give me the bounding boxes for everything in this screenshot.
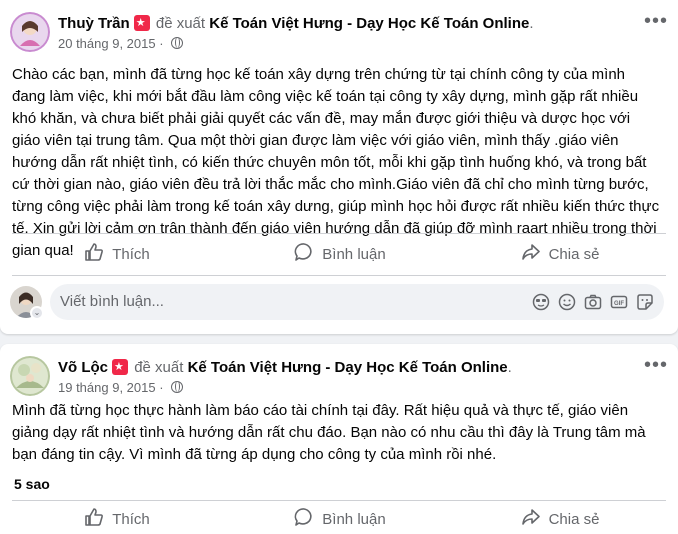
emoji-icon[interactable] [558, 293, 576, 311]
post-date[interactable]: 20 tháng 9, 2015 [58, 36, 156, 51]
action-bar: Thích Bình luận Chia sẻ [0, 237, 678, 271]
more-options-icon[interactable]: ••• [644, 11, 668, 31]
comment-tools: GIF [532, 293, 654, 311]
post-meta: 20 tháng 9, 2015 · [58, 36, 184, 51]
sticker-icon[interactable] [636, 293, 654, 311]
share-label: Chia sẻ [548, 510, 600, 528]
recommend-icon [112, 359, 129, 375]
recommend-icon [133, 15, 150, 31]
post-date[interactable]: 19 tháng 9, 2015 [58, 380, 156, 395]
share-button[interactable]: Chia sẻ [460, 237, 660, 271]
divider [12, 500, 666, 501]
chevron-down-icon[interactable]: ⌄ [30, 306, 44, 320]
comment-composer: ⌄ Viết bình luận... GIF [10, 284, 670, 324]
author-avatar[interactable] [10, 356, 50, 396]
post-header: Thuỳ Trần đề xuất Kế Toán Việt Hưng - Dạ… [10, 10, 650, 54]
separator-dot: · [159, 380, 164, 395]
divider [12, 233, 666, 234]
author-name[interactable]: Võ Lộc [58, 359, 108, 376]
avatar-sticker-icon[interactable] [532, 293, 550, 311]
comment-label: Bình luận [322, 510, 386, 528]
rating-text: 5 sao [14, 476, 50, 492]
thumbs-up-icon [84, 507, 104, 531]
author-avatar[interactable] [10, 12, 50, 52]
name-line: Võ Lộc đề xuất Kế Toán Việt Hưng - Dạy H… [58, 358, 512, 378]
page-name[interactable]: Kế Toán Việt Hưng - Dạy Học Kế Toán Onli… [188, 359, 508, 376]
review-post-2: Võ Lộc đề xuất Kế Toán Việt Hưng - Dạy H… [0, 344, 678, 534]
thumbs-up-icon [84, 242, 104, 266]
globe-icon [171, 37, 184, 49]
comment-button[interactable]: Bình luận [240, 502, 440, 534]
period: . [507, 359, 512, 376]
page-name[interactable]: Kế Toán Việt Hưng - Dạy Học Kế Toán Onli… [209, 15, 529, 32]
recommends-label: đề xuất [155, 15, 206, 32]
comment-icon [294, 242, 314, 266]
svg-text:GIF: GIF [614, 301, 624, 307]
comment-placeholder: Viết bình luận... [60, 293, 164, 310]
divider [12, 275, 666, 276]
post-header: Võ Lộc đề xuất Kế Toán Việt Hưng - Dạy H… [10, 354, 650, 398]
post-text: Mình đã từng học thực hành làm báo cáo t… [12, 402, 646, 463]
camera-icon[interactable] [584, 293, 602, 311]
like-label: Thích [112, 510, 150, 528]
share-button[interactable]: Chia sẻ [460, 502, 660, 534]
share-icon [521, 242, 541, 266]
like-label: Thích [112, 245, 150, 263]
author-name[interactable]: Thuỳ Trần [58, 15, 130, 32]
comment-button[interactable]: Bình luận [240, 237, 440, 271]
share-icon [521, 507, 541, 531]
share-label: Chia sẻ [548, 245, 600, 263]
gif-icon[interactable]: GIF [610, 293, 628, 311]
name-line: Thuỳ Trần đề xuất Kế Toán Việt Hưng - Dạ… [58, 14, 534, 34]
review-post-1: Thuỳ Trần đề xuất Kế Toán Việt Hưng - Dạ… [0, 0, 678, 334]
comment-label: Bình luận [322, 245, 386, 263]
action-bar: Thích Bình luận Chia sẻ [0, 502, 678, 534]
separator-dot: · [159, 36, 164, 51]
post-meta: 19 tháng 9, 2015 · [58, 380, 184, 395]
comment-icon [294, 507, 314, 531]
like-button[interactable]: Thích [17, 502, 217, 534]
like-button[interactable]: Thích [17, 237, 217, 271]
globe-icon [171, 381, 184, 393]
recommends-label: đề xuất [134, 359, 184, 376]
more-options-icon[interactable]: ••• [644, 355, 668, 375]
period: . [529, 15, 534, 32]
